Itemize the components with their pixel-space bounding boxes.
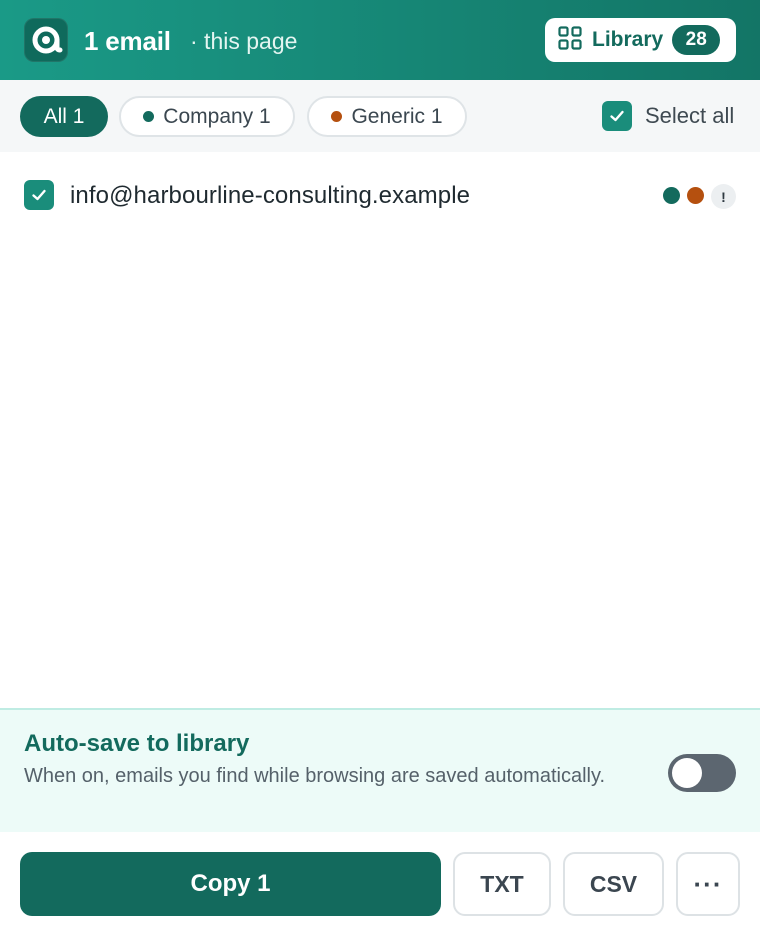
filter-chip-all-label: All 1 [43, 104, 85, 128]
toggle-knob [672, 758, 702, 788]
select-all-control[interactable]: Select all [602, 101, 734, 131]
copy-button[interactable]: Copy 1 [20, 852, 441, 916]
email-list: info@harbourline-consulting.example ! [0, 152, 760, 708]
library-count-badge: 28 [672, 25, 721, 55]
filter-chip-generic[interactable]: Generic 1 [307, 96, 467, 137]
filter-chip-all[interactable]: All 1 [20, 96, 108, 137]
export-csv-button[interactable]: CSV [563, 852, 664, 916]
library-label: Library [592, 28, 664, 51]
library-button[interactable]: Library 28 [545, 18, 736, 62]
email-checkbox[interactable] [24, 180, 54, 210]
autosave-title: Auto-save to library [24, 730, 250, 757]
generic-tag-icon [687, 187, 704, 204]
autosave-description: When on, emails you find while browsing … [24, 765, 606, 787]
autosave-toggle[interactable] [668, 754, 736, 792]
checkmark-icon [32, 189, 46, 201]
filter-chip-company-label: Company 1 [163, 104, 271, 128]
list-item[interactable]: info@harbourline-consulting.example ! [0, 172, 760, 218]
filter-chip-generic-label: Generic 1 [351, 104, 443, 128]
generic-dot-icon [331, 111, 343, 122]
email-count-title: 1 email [84, 26, 171, 56]
grid-icon [558, 25, 582, 55]
filter-bar: All 1 Company 1 Generic 1 Select all [0, 80, 760, 152]
select-all-label: Select all [645, 103, 735, 128]
action-bar: Copy 1 TXT CSV ··· [0, 832, 760, 936]
filter-chip-company[interactable]: Company 1 [119, 96, 295, 137]
app-logo-icon [24, 18, 68, 62]
select-all-checkbox[interactable] [602, 101, 632, 131]
checkmark-icon [610, 110, 624, 122]
export-txt-button[interactable]: TXT [453, 852, 551, 916]
scope-subtitle: · this page [190, 28, 298, 54]
company-tag-icon [663, 187, 680, 204]
header-bar: 1 email · this page Library 28 [0, 0, 760, 80]
warning-icon[interactable]: ! [711, 184, 736, 209]
autosave-panel: Auto-save to library When on, emails you… [0, 708, 760, 832]
company-dot-icon [143, 111, 155, 122]
email-address[interactable]: info@harbourline-consulting.example [70, 182, 470, 210]
more-options-button[interactable]: ··· [676, 852, 740, 916]
